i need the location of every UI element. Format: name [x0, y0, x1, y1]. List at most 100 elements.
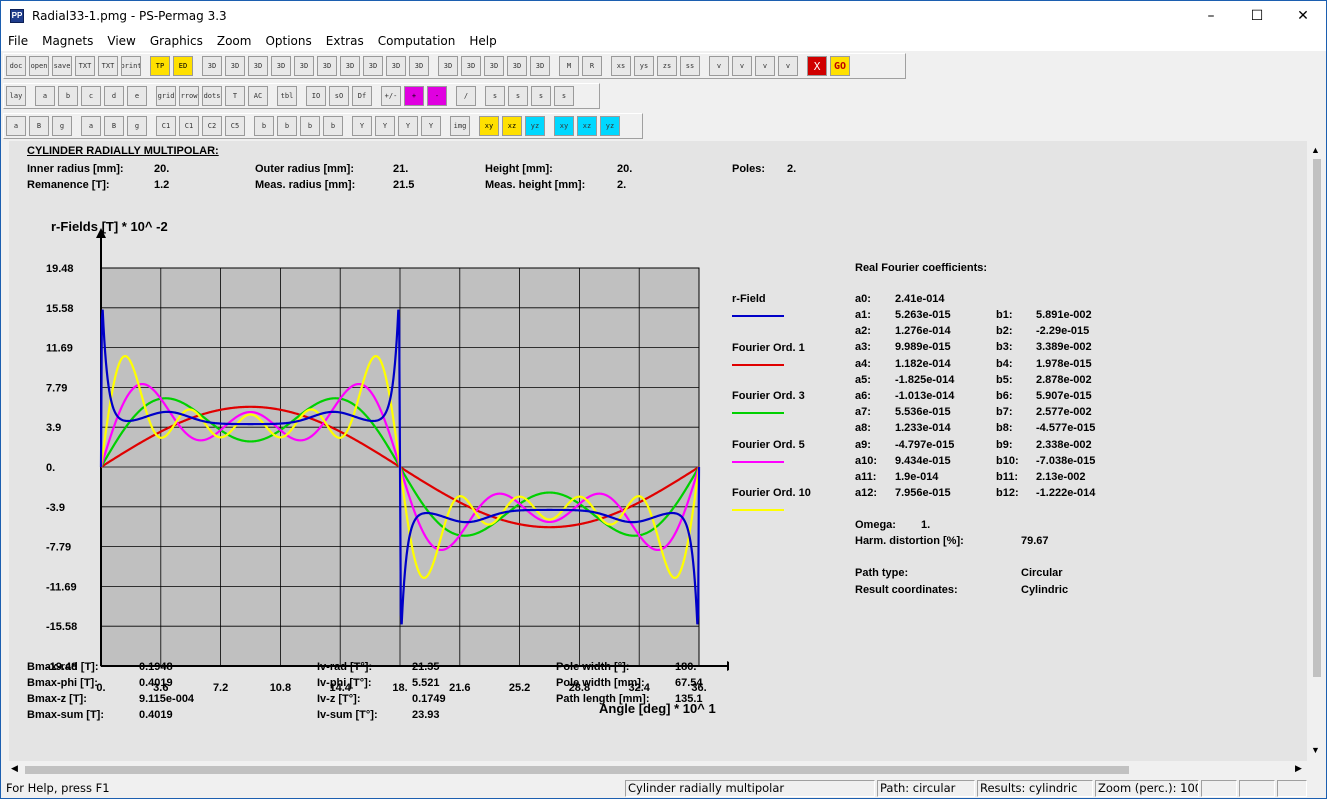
- toolbar-3-button-18-icon[interactable]: Y: [352, 116, 372, 136]
- toolbar-1-button-27-icon[interactable]: M: [559, 56, 579, 76]
- toolbar-1-button-40-icon[interactable]: X: [807, 56, 827, 76]
- toolbar-1-button-22-icon[interactable]: 3D: [461, 56, 481, 76]
- toolbar-2-button-0-icon[interactable]: lay: [6, 86, 26, 106]
- toolbar-1-button-32-icon[interactable]: zs: [657, 56, 677, 76]
- toolbar-1-button-31-icon[interactable]: ys: [634, 56, 654, 76]
- scroll-right-icon[interactable]: ▶: [1295, 763, 1302, 774]
- menu-view[interactable]: View: [100, 31, 142, 51]
- toolbar-2-button-9-icon[interactable]: arrows: [179, 86, 199, 106]
- toolbar-3-button-15-icon[interactable]: b: [300, 116, 320, 136]
- toolbar-3-button-19-icon[interactable]: Y: [375, 116, 395, 136]
- toolbar-1-button-17-icon[interactable]: 3D: [363, 56, 383, 76]
- toolbar-1-button-0-icon[interactable]: doc: [6, 56, 26, 76]
- toolbar-3-button-31-icon[interactable]: yz: [600, 116, 620, 136]
- toolbar-2-button-28-icon[interactable]: s: [531, 86, 551, 106]
- toolbar-1-button-7-icon[interactable]: TP: [150, 56, 170, 76]
- vertical-scrollbar[interactable]: ▲ ▼: [1307, 141, 1326, 761]
- toolbar-3-button-21-icon[interactable]: Y: [421, 116, 441, 136]
- minimize-icon[interactable]: –: [1188, 1, 1234, 30]
- toolbar-1-button-35-icon[interactable]: v: [709, 56, 729, 76]
- toolbar-3-button-6-icon[interactable]: g: [127, 116, 147, 136]
- toolbar-1-button-8-icon[interactable]: ED: [173, 56, 193, 76]
- toolbar-2-button-16-icon[interactable]: IO: [306, 86, 326, 106]
- toolbar-3-button-10-icon[interactable]: C2: [202, 116, 222, 136]
- scroll-thumb[interactable]: [1313, 159, 1321, 677]
- toolbar-3-button-16-icon[interactable]: b: [323, 116, 343, 136]
- menu-zoom[interactable]: Zoom: [210, 31, 259, 51]
- toolbar-2-button-20-icon[interactable]: +/-: [381, 86, 401, 106]
- toolbar-1-button-3-icon[interactable]: TXT: [75, 56, 95, 76]
- toolbar-1-button-11-icon[interactable]: 3D: [225, 56, 245, 76]
- close-icon[interactable]: ✕: [1280, 1, 1326, 30]
- toolbar-2-button-26-icon[interactable]: s: [485, 86, 505, 106]
- toolbar-1-button-4-icon[interactable]: TXT: [98, 56, 118, 76]
- toolbar-1-button-5-icon[interactable]: print: [121, 56, 141, 76]
- toolbar-1-button-19-icon[interactable]: 3D: [409, 56, 429, 76]
- toolbar-1-button-10-icon[interactable]: 3D: [202, 56, 222, 76]
- toolbar-2-button-3-icon[interactable]: b: [58, 86, 78, 106]
- toolbar-3-button-2-icon[interactable]: g: [52, 116, 72, 136]
- toolbar-2-button-6-icon[interactable]: e: [127, 86, 147, 106]
- toolbar-3-button-1-icon[interactable]: B: [29, 116, 49, 136]
- toolbar-3-button-23-icon[interactable]: img: [450, 116, 470, 136]
- toolbar-3-button-26-icon[interactable]: xz: [502, 116, 522, 136]
- toolbar-1-button-16-icon[interactable]: 3D: [340, 56, 360, 76]
- toolbar-1-button-28-icon[interactable]: R: [582, 56, 602, 76]
- toolbar-1-button-13-icon[interactable]: 3D: [271, 56, 291, 76]
- toolbar-1-button-36-icon[interactable]: v: [732, 56, 752, 76]
- scroll-down-icon[interactable]: ▼: [1311, 745, 1320, 755]
- toolbar-1-button-24-icon[interactable]: 3D: [507, 56, 527, 76]
- menu-extras[interactable]: Extras: [319, 31, 371, 51]
- toolbar-3-button-30-icon[interactable]: xz: [577, 116, 597, 136]
- horizontal-scrollbar[interactable]: ◀ ▶: [9, 761, 1307, 778]
- title-bar[interactable]: PP Radial33-1.pmg - PS-Permag 3.3 – ☐ ✕: [1, 1, 1326, 30]
- toolbar-2-button-29-icon[interactable]: s: [554, 86, 574, 106]
- scroll-thumb-horizontal[interactable]: [25, 766, 1129, 774]
- toolbar-3-button-14-icon[interactable]: b: [277, 116, 297, 136]
- toolbar-3-button-13-icon[interactable]: b: [254, 116, 274, 136]
- toolbar-1-button-18-icon[interactable]: 3D: [386, 56, 406, 76]
- toolbar-3-button-0-icon[interactable]: a: [6, 116, 26, 136]
- toolbar-2-button-17-icon[interactable]: sO: [329, 86, 349, 106]
- toolbar-1-button-1-icon[interactable]: open: [29, 56, 49, 76]
- toolbar-1-button-21-icon[interactable]: 3D: [438, 56, 458, 76]
- toolbar-3-button-4-icon[interactable]: a: [81, 116, 101, 136]
- menu-computation[interactable]: Computation: [371, 31, 463, 51]
- toolbar-3-button-25-icon[interactable]: xy: [479, 116, 499, 136]
- toolbar-1-button-12-icon[interactable]: 3D: [248, 56, 268, 76]
- menu-file[interactable]: File: [1, 31, 35, 51]
- toolbar-2-button-11-icon[interactable]: T: [225, 86, 245, 106]
- toolbar-2-button-8-icon[interactable]: grid: [156, 86, 176, 106]
- menu-graphics[interactable]: Graphics: [143, 31, 210, 51]
- toolbar-2-button-24-icon[interactable]: /: [456, 86, 476, 106]
- toolbar-1-button-37-icon[interactable]: v: [755, 56, 775, 76]
- menu-help[interactable]: Help: [462, 31, 503, 51]
- toolbar-2-button-12-icon[interactable]: AC: [248, 86, 268, 106]
- toolbar-1-button-23-icon[interactable]: 3D: [484, 56, 504, 76]
- toolbar-2-button-21-icon[interactable]: +: [404, 86, 424, 106]
- toolbar-3-button-5-icon[interactable]: B: [104, 116, 124, 136]
- toolbar-1-button-25-icon[interactable]: 3D: [530, 56, 550, 76]
- toolbar-3-button-9-icon[interactable]: C1: [179, 116, 199, 136]
- toolbar-2-button-10-icon[interactable]: dots: [202, 86, 222, 106]
- toolbar-1-button-33-icon[interactable]: ss: [680, 56, 700, 76]
- toolbar-3-button-11-icon[interactable]: C5: [225, 116, 245, 136]
- toolbar-2-button-18-icon[interactable]: Df: [352, 86, 372, 106]
- toolbar-3-button-20-icon[interactable]: Y: [398, 116, 418, 136]
- toolbar-1-button-2-icon[interactable]: save: [52, 56, 72, 76]
- toolbar-1-button-15-icon[interactable]: 3D: [317, 56, 337, 76]
- toolbar-2-button-22-icon[interactable]: -: [427, 86, 447, 106]
- menu-options[interactable]: Options: [258, 31, 318, 51]
- toolbar-1-button-30-icon[interactable]: xs: [611, 56, 631, 76]
- toolbar-3-button-29-icon[interactable]: xy: [554, 116, 574, 136]
- toolbar-2-button-2-icon[interactable]: a: [35, 86, 55, 106]
- toolbar-2-button-27-icon[interactable]: s: [508, 86, 528, 106]
- scroll-up-icon[interactable]: ▲: [1311, 145, 1320, 155]
- toolbar-1-button-41-icon[interactable]: GO: [830, 56, 850, 76]
- toolbar-3-button-8-icon[interactable]: C1: [156, 116, 176, 136]
- maximize-icon[interactable]: ☐: [1234, 1, 1280, 30]
- toolbar-3-button-27-icon[interactable]: yz: [525, 116, 545, 136]
- toolbar-2-button-5-icon[interactable]: d: [104, 86, 124, 106]
- menu-magnets[interactable]: Magnets: [35, 31, 100, 51]
- toolbar-2-button-4-icon[interactable]: c: [81, 86, 101, 106]
